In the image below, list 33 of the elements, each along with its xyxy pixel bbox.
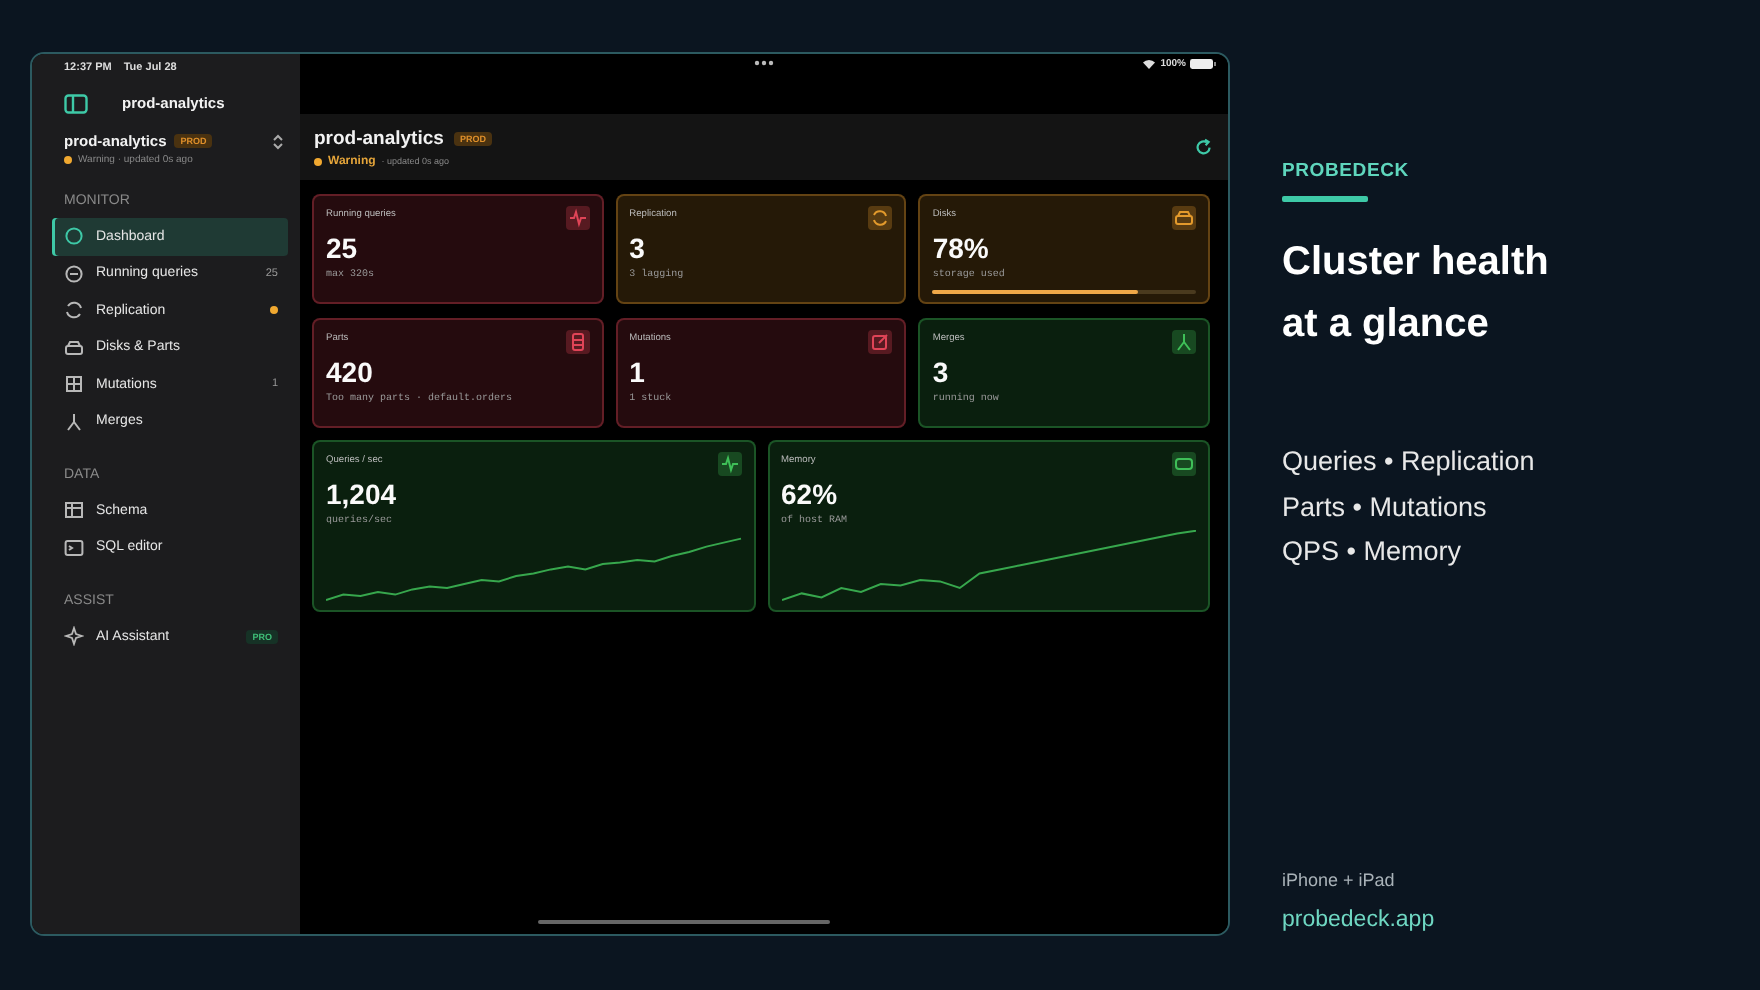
card-value: 1,204	[326, 478, 399, 510]
battery-icon	[1190, 58, 1216, 70]
drive-icon	[64, 337, 84, 358]
terminal-icon	[64, 537, 84, 558]
card-value: 420	[326, 356, 375, 388]
card-value: 25	[326, 232, 360, 264]
website-link[interactable]: probedeck.app	[1282, 908, 1682, 932]
more-dots-icon[interactable]	[754, 60, 774, 66]
sparkle-icon	[64, 626, 84, 647]
headline: Cluster health at a glance	[1282, 238, 1551, 350]
sidebar-toggle-icon[interactable]	[64, 93, 88, 113]
feature-line: Queries • Replication	[1282, 444, 1537, 480]
platforms-text: iPhone + iPad	[1282, 870, 1397, 890]
merge-icon	[64, 411, 84, 432]
grid-icon	[64, 374, 84, 395]
table-icon	[64, 500, 84, 521]
refresh-icon	[64, 300, 84, 321]
refresh-icon[interactable]	[1196, 138, 1212, 156]
card-value: 3	[932, 356, 951, 388]
status-dot-icon	[314, 157, 322, 165]
card-value: 3	[629, 232, 647, 264]
brand-name: PROBEDECK	[1282, 160, 1411, 182]
feature-line: QPS • Memory	[1282, 534, 1463, 570]
wifi-icon	[1142, 58, 1157, 70]
card-value: 1	[629, 356, 647, 388]
accent-rule	[1282, 196, 1368, 202]
page-title: prod-analytics	[314, 127, 444, 149]
chevron-updown-icon[interactable]	[272, 133, 284, 149]
card-value: 78%	[932, 232, 991, 264]
card-value: 62%	[781, 478, 840, 510]
status-dot-icon	[64, 156, 72, 164]
feature-line: Parts • Mutations	[1282, 489, 1489, 525]
circle-minus-icon	[64, 263, 84, 284]
